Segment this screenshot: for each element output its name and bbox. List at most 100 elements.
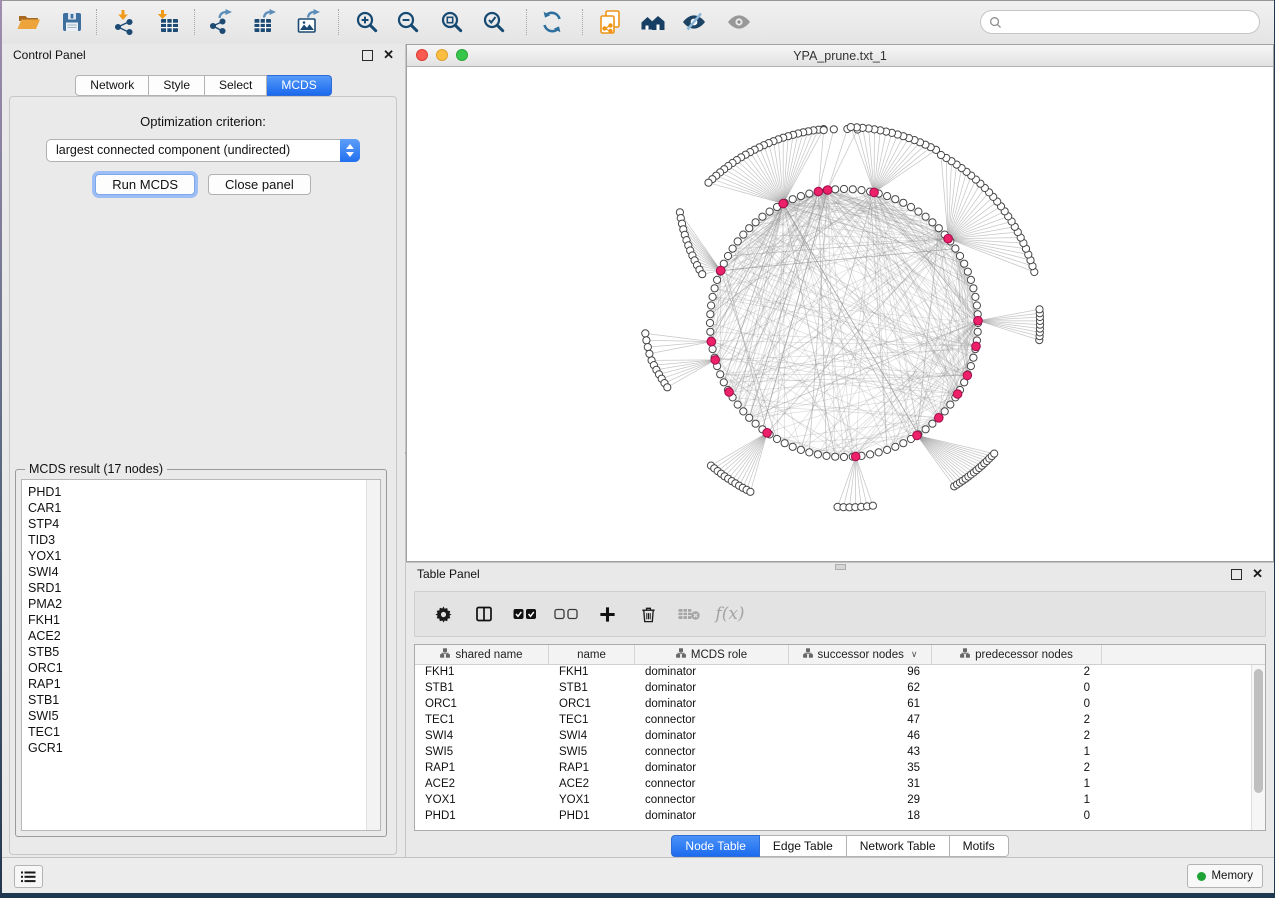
mcds-result-item[interactable]: RAP1 <box>28 676 380 692</box>
import-network-button[interactable] <box>107 5 141 39</box>
clone-network-button[interactable] <box>593 5 627 39</box>
deselect-all-button[interactable] <box>554 602 578 626</box>
table-row[interactable]: STB1STB1dominator620 <box>415 681 1252 697</box>
minimize-window-icon[interactable] <box>436 49 448 61</box>
toolbar-separator <box>194 9 195 35</box>
mcds-result-item[interactable]: GCR1 <box>28 740 380 756</box>
tab-edge-table[interactable]: Edge Table <box>760 835 847 857</box>
export-table-button[interactable] <box>247 5 281 39</box>
tab-node-table[interactable]: Node Table <box>671 835 760 857</box>
table-cell: 0 <box>932 681 1102 697</box>
zoom-in-icon <box>354 9 380 35</box>
tab-style[interactable]: Style <box>149 75 205 96</box>
network-canvas[interactable] <box>407 66 1273 561</box>
table-row[interactable]: RAP1RAP1dominator352 <box>415 761 1252 777</box>
search-input[interactable] <box>1007 14 1251 30</box>
table-row[interactable]: PHD1PHD1dominator180 <box>415 809 1252 825</box>
mcds-result-item[interactable]: FKH1 <box>28 612 380 628</box>
mcds-result-item[interactable]: STB1 <box>28 692 380 708</box>
table-row[interactable]: ACE2ACE2connector311 <box>415 777 1252 793</box>
home-network-button[interactable] <box>636 5 670 39</box>
column-header-name[interactable]: name <box>549 645 635 664</box>
mcds-result-item[interactable]: ORC1 <box>28 660 380 676</box>
mcds-result-item[interactable]: CAR1 <box>28 500 380 516</box>
tab-motifs[interactable]: Motifs <box>950 835 1009 857</box>
run-mcds-button[interactable]: Run MCDS <box>95 174 195 195</box>
refresh-layout-button[interactable] <box>535 5 569 39</box>
column-header-shared-name[interactable]: shared name <box>415 645 549 664</box>
maximize-window-icon[interactable] <box>456 49 468 61</box>
mcds-result-item[interactable]: SWI4 <box>28 564 380 580</box>
eye-slash-icon <box>681 9 707 35</box>
table-cell: SWI4 <box>549 729 635 745</box>
main-toolbar <box>2 1 1274 45</box>
close-panel-button[interactable]: Close panel <box>208 174 311 195</box>
mcds-result-item[interactable]: PMA2 <box>28 596 380 612</box>
optimization-criterion-label: Optimization criterion: <box>10 114 396 129</box>
column-header-successor-nodes[interactable]: successor nodes∨ <box>789 645 932 664</box>
search-field[interactable] <box>980 10 1260 34</box>
float-panel-icon[interactable] <box>362 50 373 61</box>
mcds-result-item[interactable]: STB5 <box>28 644 380 660</box>
task-history-button[interactable] <box>14 865 43 888</box>
mcds-result-item[interactable]: SRD1 <box>28 580 380 596</box>
column-header-mcds-role[interactable]: MCDS role <box>635 645 789 664</box>
mcds-result-item[interactable]: YOX1 <box>28 548 380 564</box>
select-all-button[interactable] <box>513 602 537 626</box>
namespace-tree-icon <box>960 648 970 661</box>
scrollbar-thumb[interactable] <box>1254 669 1263 793</box>
memory-button[interactable]: Memory <box>1187 864 1263 888</box>
mcds-list-scrollbar[interactable] <box>366 480 380 830</box>
column-header-predecessor-nodes[interactable]: predecessor nodes <box>932 645 1102 664</box>
column-label: successor nodes <box>818 649 904 661</box>
table-row[interactable]: YOX1YOX1connector291 <box>415 793 1252 809</box>
open-session-button[interactable] <box>12 5 46 39</box>
zoom-fit-button[interactable] <box>435 5 469 39</box>
zoom-out-button[interactable] <box>391 5 425 39</box>
float-panel-icon[interactable] <box>1231 569 1242 580</box>
refresh-icon <box>539 9 565 35</box>
export-image-button[interactable] <box>291 5 325 39</box>
memory-label: Memory <box>1211 870 1253 882</box>
zoom-selected-button[interactable] <box>477 5 511 39</box>
export-network-button[interactable] <box>203 5 237 39</box>
tab-mcds[interactable]: MCDS <box>267 75 331 96</box>
import-table-icon <box>155 9 181 35</box>
optimization-criterion-select[interactable]: largest connected component (undirected) <box>46 139 360 162</box>
table-row[interactable]: TEC1TEC1connector472 <box>415 713 1252 729</box>
tab-network[interactable]: Network <box>75 75 149 96</box>
save-session-button[interactable] <box>55 5 89 39</box>
split-panel-button[interactable] <box>472 602 496 626</box>
table-row[interactable]: SWI4SWI4dominator462 <box>415 729 1252 745</box>
table-row[interactable]: FKH1FKH1dominator962 <box>415 665 1252 681</box>
horizontal-splitter-grip[interactable] <box>835 564 846 570</box>
table-row[interactable]: SWI5SWI5connector431 <box>415 745 1252 761</box>
mcds-result-list[interactable]: PHD1CAR1STP4TID3YOX1SWI4SRD1PMA2FKH1ACE2… <box>21 479 381 831</box>
mcds-result-item[interactable]: PHD1 <box>28 484 380 500</box>
show-details-button[interactable] <box>722 5 756 39</box>
close-panel-icon[interactable]: ✕ <box>383 50 394 60</box>
close-window-icon[interactable] <box>416 49 428 61</box>
add-column-button[interactable] <box>595 602 619 626</box>
table-cell: SWI5 <box>549 745 635 761</box>
search-icon <box>989 16 1002 29</box>
zoom-in-button[interactable] <box>350 5 384 39</box>
mcds-result-item[interactable]: STP4 <box>28 516 380 532</box>
table-cell: ACE2 <box>415 777 549 793</box>
hide-details-button[interactable] <box>677 5 711 39</box>
tab-select[interactable]: Select <box>205 75 267 96</box>
table-scrollbar[interactable] <box>1251 665 1265 830</box>
table-settings-button[interactable] <box>431 602 455 626</box>
network-window-titlebar[interactable]: YPA_prune.txt_1 <box>407 45 1273 67</box>
delete-column-button[interactable] <box>636 602 660 626</box>
mcds-result-item[interactable]: SWI5 <box>28 708 380 724</box>
tab-network-table[interactable]: Network Table <box>847 835 950 857</box>
mcds-result-item[interactable]: TID3 <box>28 532 380 548</box>
mcds-result-item[interactable]: TEC1 <box>28 724 380 740</box>
import-table-button[interactable] <box>151 5 185 39</box>
mcds-result-item[interactable]: ACE2 <box>28 628 380 644</box>
table-row[interactable]: ORC1ORC1dominator610 <box>415 697 1252 713</box>
network-view-window: YPA_prune.txt_1 <box>406 44 1274 562</box>
close-panel-icon[interactable]: ✕ <box>1252 569 1263 579</box>
table-cell: 46 <box>789 729 932 745</box>
